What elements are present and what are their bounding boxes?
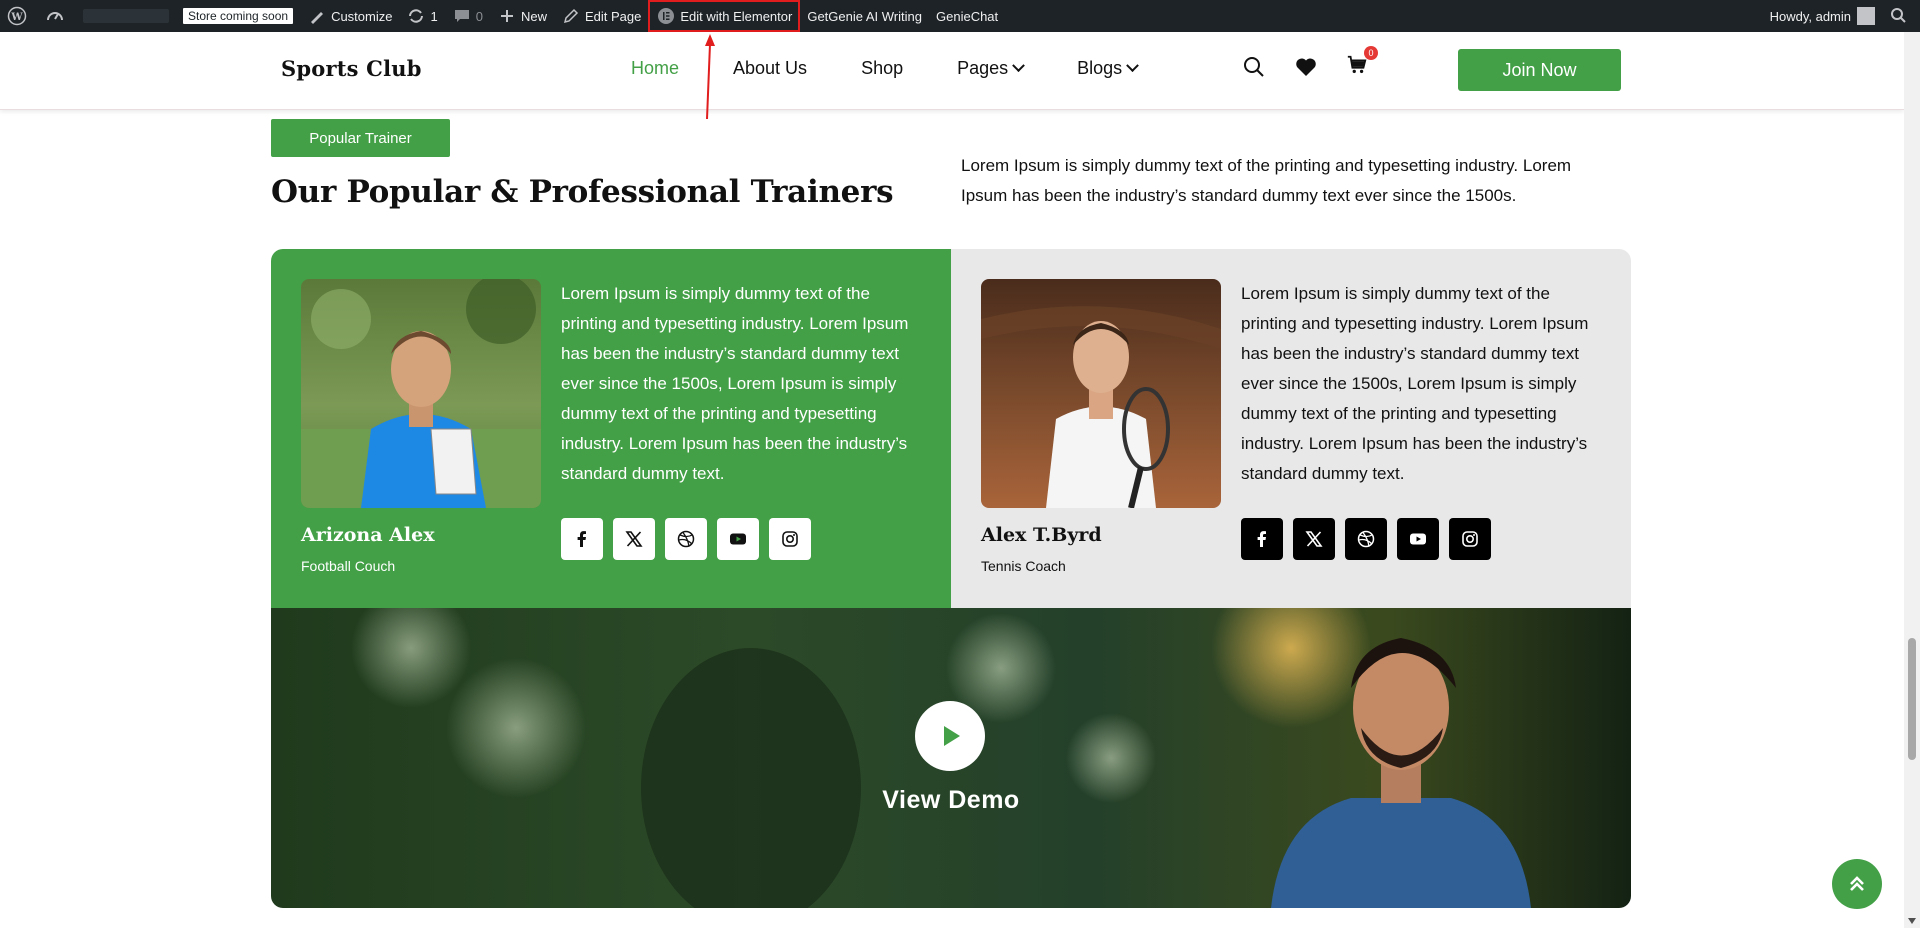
cart-button[interactable]: 0	[1346, 46, 1378, 80]
trainer-role: Tennis Coach	[981, 558, 1066, 574]
nav-item-pages[interactable]: Pages	[957, 58, 1026, 79]
scroll-to-top-button[interactable]	[1832, 859, 1882, 909]
edit-page-link[interactable]: Edit Page	[554, 0, 648, 32]
pencil-icon	[563, 8, 579, 24]
updates-count: 1	[430, 8, 438, 24]
trainer-cards: Arizona Alex Football Couch Lorem Ipsum …	[271, 249, 1631, 608]
comments-link[interactable]: 0	[445, 0, 490, 32]
x-icon[interactable]	[613, 518, 655, 560]
trainer-photo	[301, 279, 541, 508]
nav-label: Shop	[861, 58, 904, 78]
trainer-role: Football Couch	[301, 558, 396, 574]
brush-icon	[311, 12, 324, 24]
instagram-icon[interactable]	[769, 518, 811, 560]
geniechat-label: GenieChat	[936, 8, 999, 24]
nav-label: Home	[631, 58, 680, 78]
scroll-down-arrow-icon[interactable]	[1908, 918, 1916, 924]
nav-label: Blogs	[1077, 58, 1123, 78]
heart-icon[interactable]	[1294, 55, 1318, 79]
new-label: New	[520, 8, 547, 24]
elementor-icon	[658, 8, 675, 24]
chevron-down-icon	[1012, 59, 1026, 73]
nav-item-shop[interactable]: Shop	[861, 58, 903, 79]
refresh-icon	[409, 9, 424, 23]
site-name-blurred[interactable]	[76, 0, 176, 32]
social-links	[1241, 518, 1491, 560]
youtube-icon[interactable]	[717, 518, 759, 560]
site-logo[interactable]: Sports Club	[281, 56, 422, 81]
trainer-bio: Lorem Ipsum is simply dummy text of the …	[1241, 284, 1589, 483]
getgenie-link[interactable]: GetGenie AI Writing	[800, 0, 929, 32]
page-scrollbar[interactable]	[1904, 32, 1920, 928]
social-links	[561, 518, 811, 560]
dashboard-gauge-icon[interactable]	[38, 0, 76, 32]
trainer-card: Alex T.Byrd Tennis Coach Lorem Ipsum is …	[951, 249, 1631, 608]
nav-label: Pages	[957, 58, 1009, 78]
nav-item-home[interactable]: Home	[631, 58, 679, 79]
howdy-label: Howdy, admin	[1769, 8, 1851, 24]
trainer-card: Arizona Alex Football Couch Lorem Ipsum …	[271, 249, 951, 608]
x-icon[interactable]	[1293, 518, 1335, 560]
instagram-icon[interactable]	[1449, 518, 1491, 560]
geniechat-link[interactable]: GenieChat	[929, 0, 1005, 32]
my-account-link[interactable]: Howdy, admin	[1763, 0, 1882, 32]
comments-count: 0	[475, 8, 483, 24]
section-title: Our Popular & Professional Trainers	[271, 174, 894, 210]
cart-count-badge: 0	[1364, 46, 1378, 60]
chevron-down-icon	[1126, 59, 1140, 73]
admin-search-icon[interactable]	[1882, 0, 1920, 32]
main-nav: Home About Us Shop Pages Blogs	[631, 58, 1191, 79]
store-badge-label: Store coming soon	[183, 8, 294, 24]
double-chevron-up-icon	[1850, 876, 1864, 891]
nav-item-blogs[interactable]: Blogs	[1077, 58, 1140, 79]
edit-page-label: Edit Page	[584, 8, 642, 24]
updates-link[interactable]: 1	[399, 0, 444, 32]
edit-with-elementor-link[interactable]: Edit with Elementor	[648, 0, 801, 32]
getgenie-label: GetGenie AI Writing	[807, 8, 922, 24]
store-coming-soon-badge[interactable]: Store coming soon	[176, 0, 300, 32]
trainer-photo	[981, 279, 1221, 508]
nav-item-about-us[interactable]: About Us	[733, 58, 807, 79]
avatar	[1857, 7, 1875, 25]
scrollbar-thumb[interactable]	[1908, 638, 1916, 760]
header-icons: 0	[1242, 46, 1378, 80]
join-now-button[interactable]: Join Now	[1458, 49, 1621, 91]
new-content-link[interactable]: New	[490, 0, 554, 32]
demo-video-banner[interactable]: View Demo	[271, 608, 1631, 908]
play-icon	[944, 726, 960, 746]
site-header: Sports Club Home About Us Shop Pages Blo…	[0, 32, 1904, 110]
plus-icon	[500, 10, 513, 22]
nav-label: About Us	[733, 58, 808, 78]
dribbble-icon[interactable]	[665, 518, 707, 560]
trainer-name: Arizona Alex	[301, 524, 435, 546]
popular-trainer-badge[interactable]: Popular Trainer	[271, 119, 450, 157]
view-demo-label[interactable]: View Demo	[271, 786, 1631, 815]
wordpress-logo-icon[interactable]: W	[0, 0, 38, 32]
section-description: Lorem Ipsum is simply dummy text of the …	[961, 156, 1572, 205]
youtube-icon[interactable]	[1397, 518, 1439, 560]
svg-text:W: W	[10, 12, 23, 23]
play-button[interactable]	[915, 701, 985, 771]
customize-link[interactable]: Customize	[300, 0, 399, 32]
customize-label: Customize	[331, 8, 393, 24]
facebook-icon[interactable]	[1241, 518, 1283, 560]
edit-elementor-label: Edit with Elementor	[680, 8, 793, 24]
admin-bar: W Store coming soon Customize 1 0 New Ed…	[0, 0, 1920, 32]
dribbble-icon[interactable]	[1345, 518, 1387, 560]
facebook-icon[interactable]	[561, 518, 603, 560]
trainer-name: Alex T.Byrd	[981, 524, 1102, 546]
search-icon[interactable]	[1242, 55, 1266, 79]
comment-bubble-icon	[454, 10, 469, 22]
trainer-bio: Lorem Ipsum is simply dummy text of the …	[561, 284, 909, 483]
